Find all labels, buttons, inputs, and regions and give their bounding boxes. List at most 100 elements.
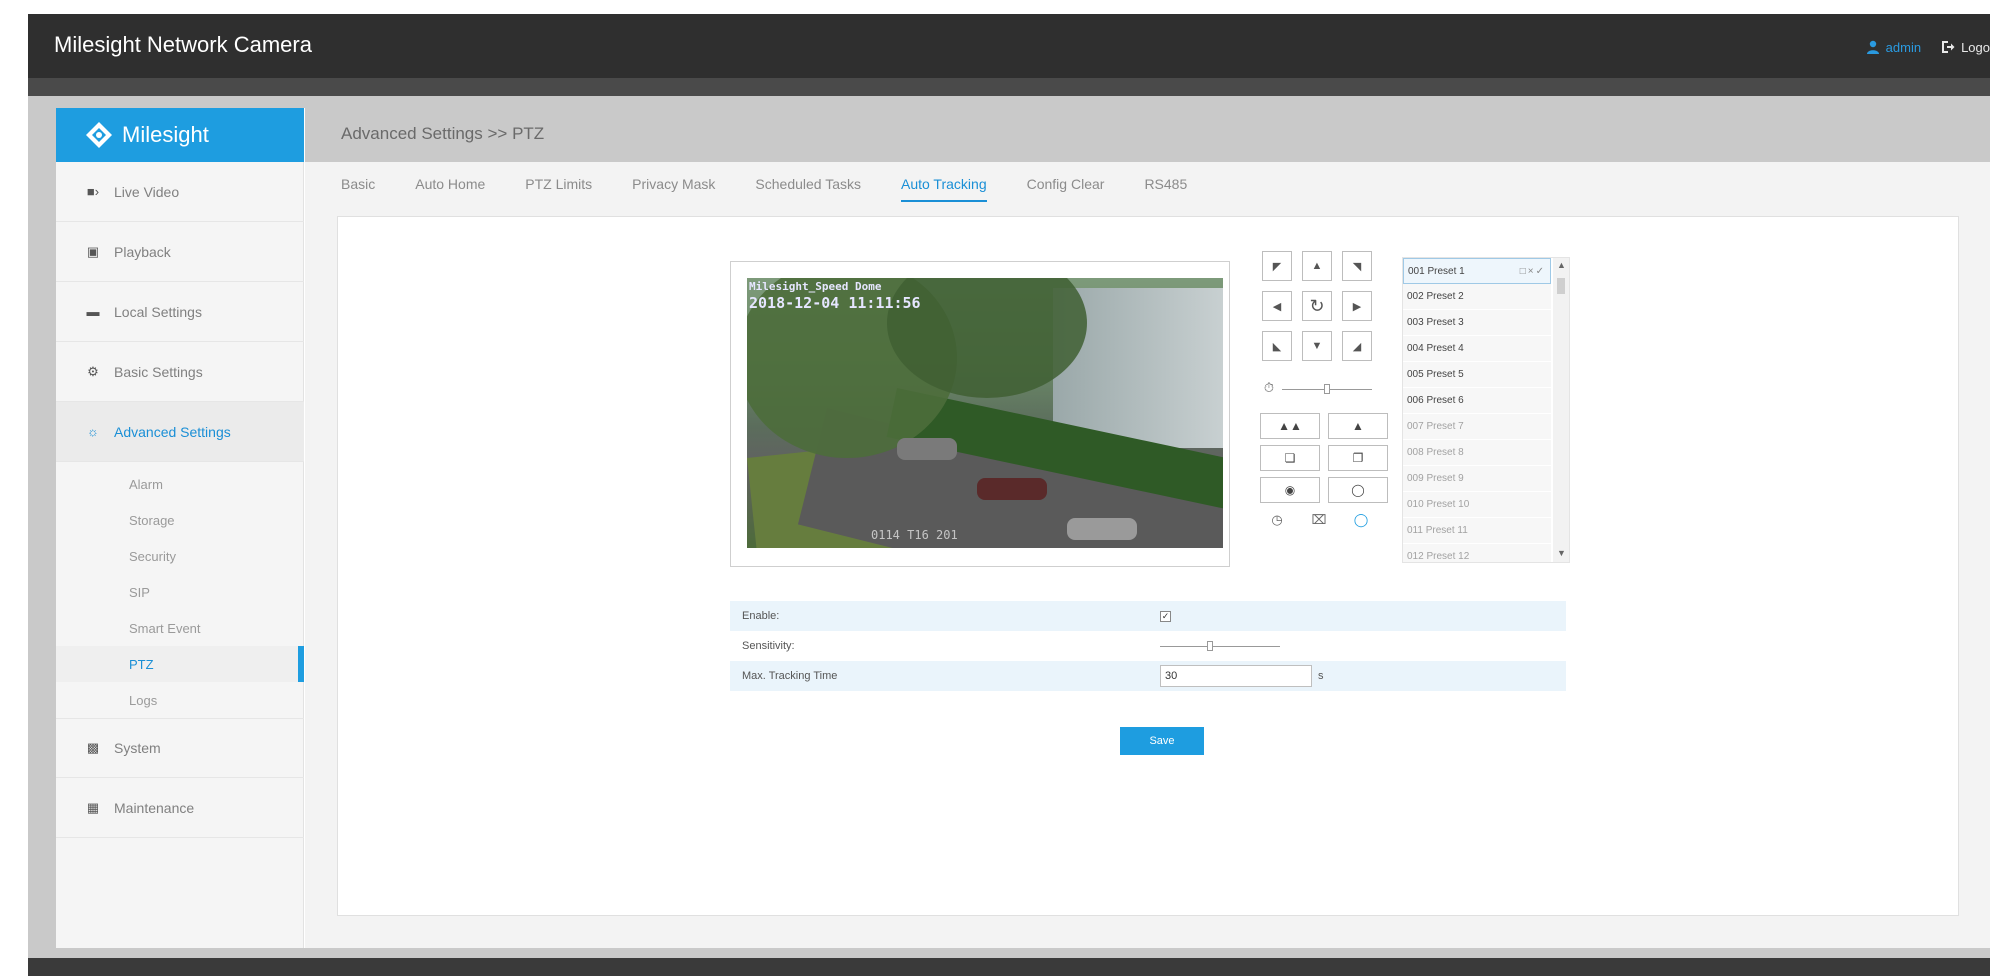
tab-config-clear[interactable]: Config Clear: [1027, 176, 1105, 202]
arrow-left-icon: ◀: [1272, 300, 1282, 313]
sidebar-item-live-video[interactable]: ■› Live Video: [56, 162, 304, 222]
list-item[interactable]: 008 Preset 8: [1403, 440, 1551, 466]
sidebar-item-playback[interactable]: ▣ Playback: [56, 222, 304, 282]
save-button[interactable]: Save: [1120, 727, 1204, 755]
ptz-up-left-button[interactable]: ◤: [1262, 251, 1292, 281]
list-item[interactable]: 009 Preset 9: [1403, 466, 1551, 492]
sidebar-item-label: Basic Settings: [114, 363, 203, 380]
iris-open-button[interactable]: ◯: [1328, 477, 1388, 503]
sidebar-item-basic-settings[interactable]: ⚙ Basic Settings: [56, 342, 304, 402]
tab-auto-tracking[interactable]: Auto Tracking: [901, 176, 987, 202]
ptz-auto-scan-button[interactable]: ↻: [1302, 291, 1332, 321]
logout-button[interactable]: Logo: [1941, 40, 1990, 55]
focus-near-button[interactable]: ❏: [1260, 445, 1320, 471]
toolbox-icon: ▦: [86, 799, 100, 815]
sensitivity-slider[interactable]: [1160, 646, 1280, 647]
zoom-out-icon: ▲▲: [1278, 419, 1302, 433]
arrow-up-right-icon: ◥: [1352, 260, 1362, 273]
sidebar-subitem-security[interactable]: Security: [56, 538, 304, 574]
ptz-up-right-button[interactable]: ◥: [1342, 251, 1372, 281]
user-name[interactable]: admin: [1886, 40, 1921, 55]
sidebar-subitem-smart-event[interactable]: Smart Event: [56, 610, 304, 646]
timer-icon[interactable]: ◷: [1268, 511, 1286, 529]
arrow-up-left-icon: ◤: [1272, 260, 1282, 273]
scrollbar-thumb[interactable]: [1557, 278, 1565, 294]
ptz-down-left-button[interactable]: ◣: [1262, 331, 1292, 361]
sidebar-subitem-storage[interactable]: Storage: [56, 502, 304, 538]
sidebar-item-maintenance[interactable]: ▦ Maintenance: [56, 778, 304, 838]
iris-open-icon: ◯: [1351, 483, 1365, 497]
video-preview-box: Milesight_Speed Dome 2018-12-04 11:11:56…: [730, 261, 1230, 567]
list-item[interactable]: 011 Preset 11: [1403, 518, 1551, 544]
scene-car: [1067, 518, 1137, 540]
rotate-icon: ↻: [1309, 295, 1325, 316]
sidebar-item-local-settings[interactable]: ▬ Local Settings: [56, 282, 304, 342]
list-item[interactable]: 006 Preset 6: [1403, 388, 1551, 414]
top-sub-bar: [28, 78, 1990, 96]
ptz-down-right-button[interactable]: ◢: [1342, 331, 1372, 361]
list-item[interactable]: 012 Preset 12: [1403, 544, 1551, 562]
brand-logo: Milesight: [56, 108, 304, 162]
scene-car: [977, 478, 1047, 500]
arrow-down-right-icon: ◢: [1352, 340, 1362, 353]
zoom-out-button[interactable]: ▲▲: [1260, 413, 1320, 439]
tab-ptz-limits[interactable]: PTZ Limits: [525, 176, 592, 202]
ptz-down-button[interactable]: ▼: [1302, 331, 1332, 361]
scroll-up-icon[interactable]: ▲: [1557, 260, 1566, 270]
sidebar-item-system[interactable]: ▩ System: [56, 718, 304, 778]
tab-bar: Basic Auto Home PTZ Limits Privacy Mask …: [341, 176, 1187, 202]
main-panel: Advanced Settings >> PTZ Basic Auto Home…: [305, 108, 1990, 948]
content-area: Milesight ■› Live Video ▣ Playback ▬ Loc…: [56, 108, 1990, 948]
ptz-right-button[interactable]: ▶: [1342, 291, 1372, 321]
focus-far-button[interactable]: ❐: [1328, 445, 1388, 471]
sidebar-subitem-sip[interactable]: SIP: [56, 574, 304, 610]
max-tracking-time-unit: s: [1318, 670, 1324, 682]
screenshot-frame: Milesight Network Camera admin Logo Mile…: [0, 0, 1990, 976]
tab-basic[interactable]: Basic: [341, 176, 375, 202]
live-video-preview[interactable]: Milesight_Speed Dome 2018-12-04 11:11:56…: [747, 278, 1223, 548]
enable-row: Enable: ✓: [730, 601, 1566, 631]
arrow-right-icon: ▶: [1352, 300, 1362, 313]
auto-tracking-panel: Milesight_Speed Dome 2018-12-04 11:11:56…: [337, 216, 1959, 916]
crop-icon[interactable]: ⌧: [1310, 511, 1328, 529]
sidebar-subitem-ptz[interactable]: PTZ: [56, 646, 304, 682]
ptz-speed-thumb[interactable]: [1324, 384, 1330, 394]
milesight-logo-icon: [86, 122, 112, 148]
logout-label: Logo: [1961, 39, 1990, 55]
enable-checkbox[interactable]: ✓: [1160, 610, 1171, 622]
zoom-in-button[interactable]: ▲: [1328, 413, 1388, 439]
sidebar-subitem-alarm[interactable]: Alarm: [56, 466, 304, 502]
iris-close-button[interactable]: ◉: [1260, 477, 1320, 503]
tab-auto-home[interactable]: Auto Home: [415, 176, 485, 202]
brand-name: Milesight: [122, 122, 209, 147]
tracking-icon[interactable]: ◯: [1352, 511, 1370, 529]
preset-scrollbar[interactable]: ▲ ▼: [1553, 258, 1569, 562]
ptz-left-button[interactable]: ◀: [1262, 291, 1292, 321]
scroll-down-icon[interactable]: ▼: [1557, 548, 1566, 558]
tab-privacy-mask[interactable]: Privacy Mask: [632, 176, 715, 202]
sidebar-item-advanced-settings[interactable]: ☼ Advanced Settings: [56, 402, 304, 462]
list-item[interactable]: 010 Preset 10: [1403, 492, 1551, 518]
max-tracking-time-input[interactable]: 30: [1160, 665, 1312, 687]
bottom-bar: [28, 958, 1990, 976]
list-item[interactable]: 001 Preset 1 □×✓: [1403, 258, 1551, 284]
monitor-icon: ▩: [86, 740, 100, 755]
tab-scheduled-tasks[interactable]: Scheduled Tasks: [755, 176, 861, 202]
list-item[interactable]: 003 Preset 3: [1403, 310, 1551, 336]
speed-icon: ⏱: [1263, 380, 1275, 395]
sidebar-subitem-logs[interactable]: Logs: [56, 682, 304, 718]
preset-action-icons[interactable]: □×✓: [1520, 266, 1546, 277]
ptz-up-button[interactable]: ▲: [1302, 251, 1332, 281]
top-bar: Milesight Network Camera admin Logo: [28, 14, 1990, 78]
list-item[interactable]: 002 Preset 2: [1403, 284, 1551, 310]
tab-rs485[interactable]: RS485: [1144, 176, 1187, 202]
sidebar: Milesight ■› Live Video ▣ Playback ▬ Loc…: [56, 108, 304, 948]
sidebar-item-label: Live Video: [114, 183, 180, 200]
list-item[interactable]: 005 Preset 5: [1403, 362, 1551, 388]
sensitivity-thumb[interactable]: [1207, 641, 1213, 651]
list-item[interactable]: 007 Preset 7: [1403, 414, 1551, 440]
advanced-settings-icon: ☼: [87, 424, 99, 439]
folder-icon: ▬: [86, 304, 100, 319]
list-item[interactable]: 004 Preset 4: [1403, 336, 1551, 362]
preset-label: 001 Preset 1: [1408, 265, 1465, 277]
